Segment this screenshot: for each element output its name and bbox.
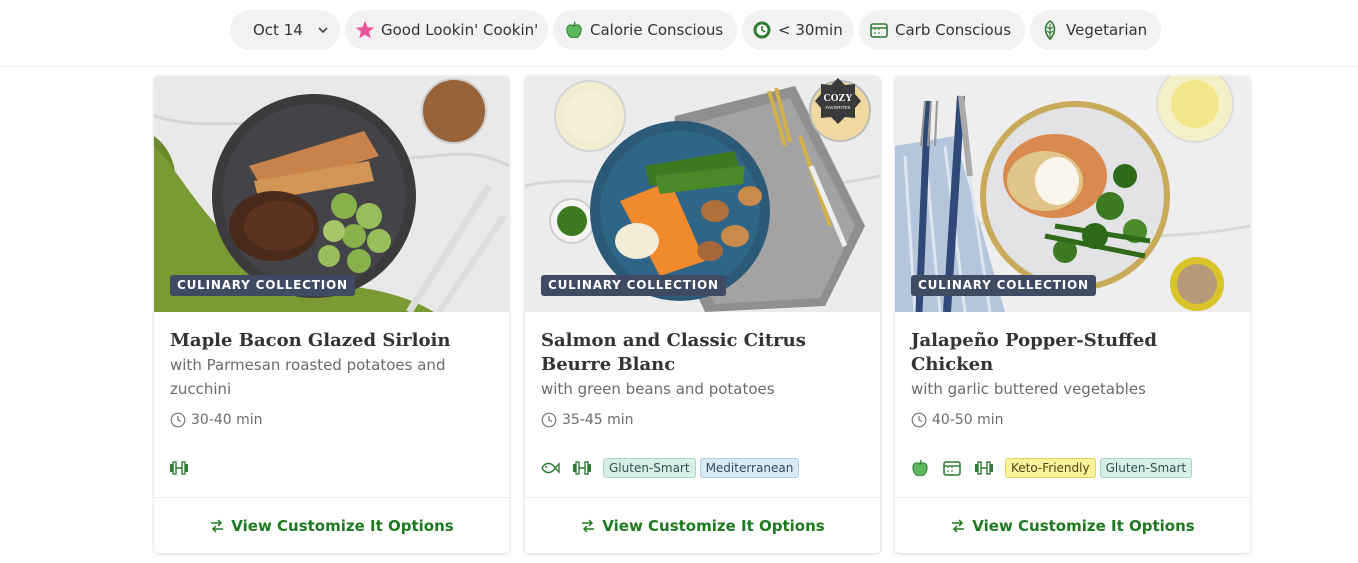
fish-icon bbox=[539, 458, 561, 478]
cook-time-label: 30-40 min bbox=[191, 412, 263, 428]
tags-row bbox=[168, 457, 200, 479]
recipe-title[interactable]: Salmon and Classic Citrus Beurre Blanc bbox=[541, 329, 861, 377]
cta-label: View Customize It Options bbox=[972, 516, 1195, 535]
chip-label: Calorie Conscious bbox=[590, 21, 724, 39]
recipe-title[interactable]: Jalapeño Popper-Stuffed Chicken bbox=[911, 329, 1231, 377]
tag-mediterranean: Mediterranean bbox=[699, 458, 800, 478]
cook-time-label: 40-50 min bbox=[932, 412, 1004, 428]
card-body: Salmon and Classic Citrus Beurre Blanc w… bbox=[541, 329, 861, 431]
cta-label: View Customize It Options bbox=[231, 516, 454, 535]
chip-label: Good Lookin' Cookin' bbox=[381, 21, 539, 39]
recipe-image[interactable]: CULINARY COLLECTION bbox=[895, 76, 1250, 312]
filter-chip-good-lookin-cookin[interactable]: Good Lookin' Cookin' bbox=[345, 10, 548, 50]
clock-icon bbox=[541, 412, 557, 428]
cook-time: 35-45 min bbox=[541, 409, 861, 431]
bread-icon bbox=[869, 20, 889, 40]
apple-icon bbox=[564, 20, 584, 40]
card-body: Jalapeño Popper-Stuffed Chicken with gar… bbox=[911, 329, 1231, 431]
recipe-card[interactable]: CULINARY COLLECTION Jalapeño Popper-Stuf… bbox=[895, 76, 1250, 553]
svg-text:COZY: COZY bbox=[824, 93, 854, 104]
chip-label: Vegetarian bbox=[1066, 21, 1148, 39]
cook-time-label: 35-45 min bbox=[562, 412, 634, 428]
tag-gluten-smart: Gluten-Smart bbox=[1099, 458, 1193, 478]
recipe-title[interactable]: Maple Bacon Glazed Sirloin bbox=[170, 329, 490, 353]
clock-icon bbox=[170, 412, 186, 428]
view-customize-options-link[interactable]: View Customize It Options bbox=[154, 497, 509, 553]
timer-icon bbox=[752, 20, 772, 40]
bread-icon bbox=[941, 458, 963, 478]
chip-label: < 30min bbox=[778, 21, 843, 39]
apple-icon bbox=[909, 458, 931, 478]
tag-gluten-smart: Gluten-Smart bbox=[603, 458, 696, 478]
filter-chip-calorie-conscious[interactable]: Calorie Conscious bbox=[553, 10, 737, 50]
svg-text:FAVORITES: FAVORITES bbox=[826, 105, 851, 110]
collection-badge: CULINARY COLLECTION bbox=[911, 275, 1096, 296]
filter-chip-carb-conscious[interactable]: Carb Conscious bbox=[859, 10, 1025, 50]
filter-chip-vegetarian[interactable]: Vegetarian bbox=[1030, 10, 1161, 50]
dumbbell-icon bbox=[973, 458, 995, 478]
swap-icon bbox=[950, 518, 966, 534]
recipe-image[interactable]: COZY FAVORITES CULINARY COLLECTION bbox=[525, 76, 880, 312]
recipe-image[interactable]: CULINARY COLLECTION bbox=[154, 76, 509, 312]
tags-row: Gluten-Smart Mediterranean bbox=[539, 457, 803, 479]
card-body: Maple Bacon Glazed Sirloin with Parmesan… bbox=[170, 329, 490, 431]
collection-badge: CULINARY COLLECTION bbox=[541, 275, 726, 296]
tag-keto-friendly: Keto-Friendly bbox=[1005, 458, 1096, 478]
recipe-card[interactable]: CULINARY COLLECTION Maple Bacon Glazed S… bbox=[154, 76, 509, 553]
dumbbell-icon bbox=[168, 458, 190, 478]
recipe-subtitle: with green beans and potatoes bbox=[541, 380, 775, 398]
tags-row: Keto-Friendly Gluten-Smart bbox=[909, 457, 1196, 479]
filter-chip-under-30min[interactable]: < 30min bbox=[742, 10, 854, 50]
chip-label: Carb Conscious bbox=[895, 21, 1012, 39]
leaf-icon bbox=[1040, 20, 1060, 40]
date-selector[interactable]: Oct 14 bbox=[230, 10, 340, 50]
view-customize-options-link[interactable]: View Customize It Options bbox=[525, 497, 880, 553]
filter-bar: Oct 14 Good Lookin' Cookin' Calorie Cons… bbox=[0, 0, 1358, 67]
recipe-card[interactable]: COZY FAVORITES CULINARY COLLECTION Salmo… bbox=[525, 76, 880, 553]
date-label: Oct 14 bbox=[253, 21, 303, 39]
cook-time: 40-50 min bbox=[911, 409, 1231, 431]
dumbbell-icon bbox=[571, 458, 593, 478]
swap-icon bbox=[209, 518, 225, 534]
cta-label: View Customize It Options bbox=[602, 516, 825, 535]
cozy-favorites-badge: COZY FAVORITES bbox=[815, 76, 861, 126]
recipe-subtitle: with Parmesan roasted potatoes and zucch… bbox=[170, 356, 446, 398]
collection-badge: CULINARY COLLECTION bbox=[170, 275, 355, 296]
chevron-down-icon bbox=[318, 27, 328, 34]
swap-icon bbox=[580, 518, 596, 534]
recipe-subtitle: with garlic buttered vegetables bbox=[911, 380, 1146, 398]
star-icon bbox=[355, 20, 375, 40]
clock-icon bbox=[911, 412, 927, 428]
cook-time: 30-40 min bbox=[170, 409, 490, 431]
view-customize-options-link[interactable]: View Customize It Options bbox=[895, 497, 1250, 553]
